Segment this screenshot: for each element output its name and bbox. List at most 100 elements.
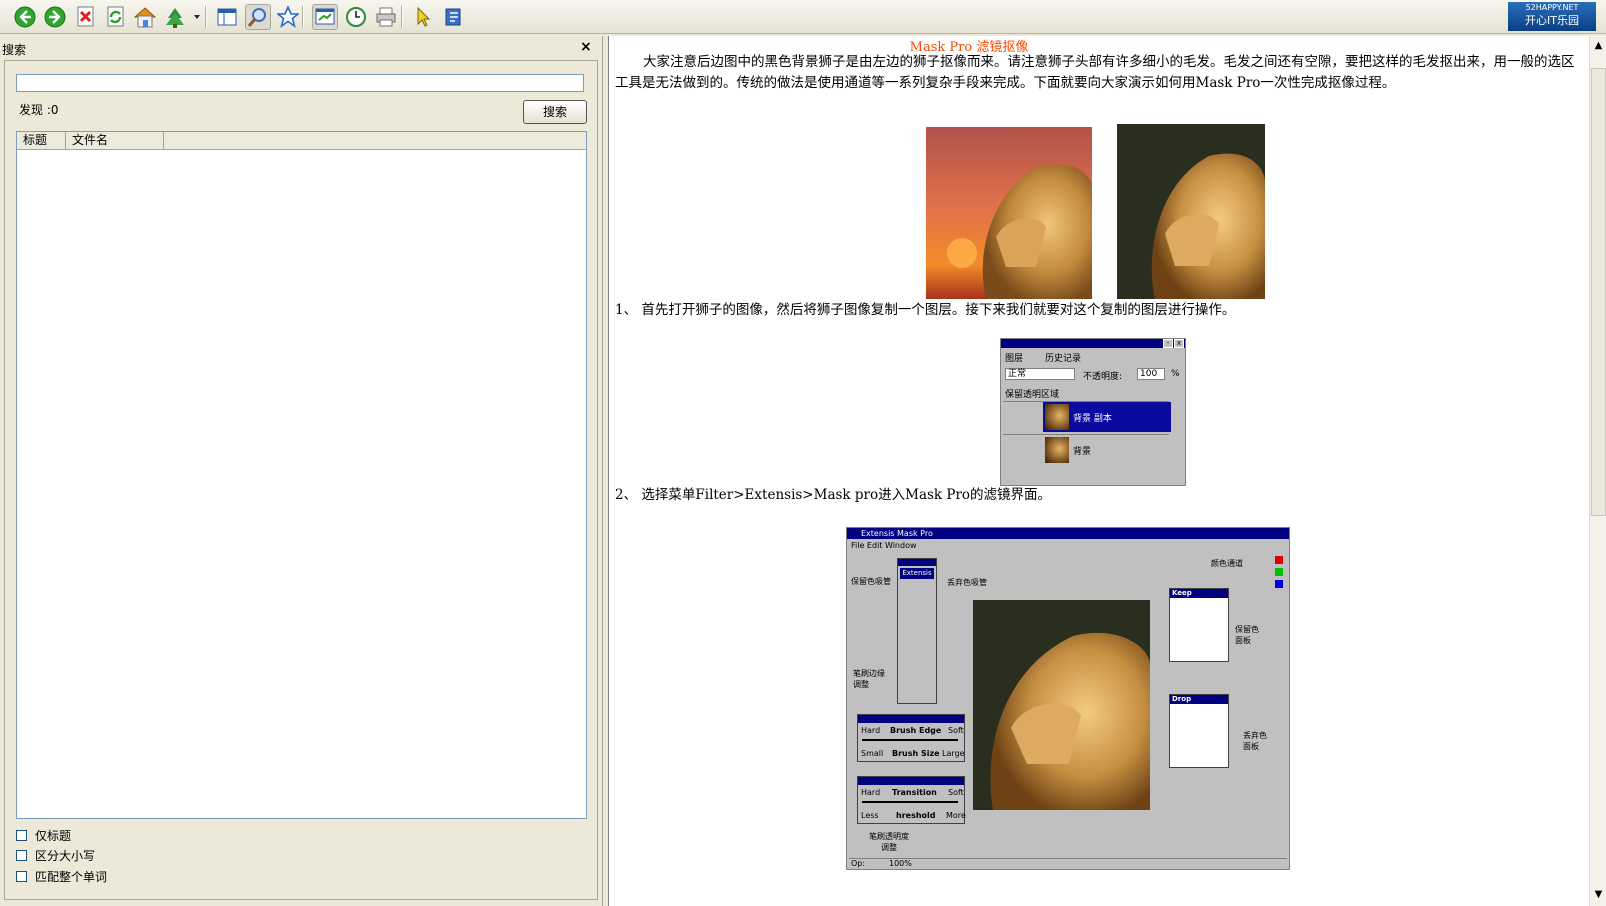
transition-panel: Hard Transition Soft Less hreshold More [857,776,966,824]
history-icon[interactable] [343,4,369,30]
keep-panel: Keep [1169,588,1229,662]
soft-label: Soft [948,788,964,797]
pane-title: 搜索 [2,43,27,57]
search-icon[interactable] [245,4,271,30]
scroll-up-icon[interactable]: ▲ [1592,39,1605,52]
keep-panel-label: 保留色 面板 [1235,625,1259,645]
maskpro-brand: Extensis [900,568,934,579]
brush-edge-adjust-label: 笔刷边缘 调整 [853,669,885,689]
brush-alpha-adjust-label: 笔刷透明度 调整 [869,832,909,852]
step2-paragraph: 2、 选择菜单Filter>Extensis>Mask pro进入Mask Pr… [615,487,1052,503]
maskpro-preview-image [973,600,1150,810]
color-channel-label: 颜色通道 [1211,559,1243,568]
threshold-label: hreshold [896,811,936,820]
layers-panel-image: - x 图层 历史记录 正常 不透明度: 100 % 保留透明区域 背景 副本 … [1000,338,1186,486]
found-count: 发现 :0 [19,103,59,117]
maskpro-titlebar: Extensis Mask Pro [847,528,1289,539]
opacity-value: 100 [1137,368,1165,380]
search-input[interactable] [16,74,584,92]
layer-thumbnail [1045,437,1069,463]
option-title-only[interactable]: 仅标题 [16,827,71,843]
transition-label: Transition [892,788,937,797]
soft-label: Soft [948,726,964,735]
option-match-case[interactable]: 区分大小写 [16,847,95,863]
favorites-icon[interactable] [275,4,301,30]
brush-size-label: Brush Size [892,749,940,758]
more-label: More [946,811,966,820]
red-channel-swatch [1275,556,1283,564]
intro-paragraph: 大家注意后边图中的黑色背景狮子是由左边的狮子抠像而来。请注意狮子头部有许多细小的… [615,54,1575,91]
sync-tree-icon[interactable] [162,4,188,30]
layer-name: 背景 [1073,447,1092,457]
jump-icon[interactable] [312,4,338,30]
brand-line1: 52HAPPY.NET [1525,3,1579,12]
show-tabs-icon[interactable] [214,4,240,30]
scrollbar-thumb[interactable] [1591,68,1606,516]
lion-sunset-image [926,127,1092,299]
preserve-transparency: 保留透明区域 [1005,390,1060,400]
zoom-label: 100% [889,859,912,868]
brush-panel: Hard Brush Edge Soft Small Brush Size La… [857,714,965,762]
scroll-down-icon[interactable]: ▼ [1592,888,1605,901]
maskpro-window-image: Extensis Mask Pro File Edit Window Exten… [846,527,1290,870]
column-header-filename[interactable]: 文件名 [66,132,164,149]
maskpro-statusbar: Op: 100% [849,858,1287,869]
layers-tab: 图层 [1005,354,1024,364]
checkbox[interactable] [16,829,27,841]
print-icon[interactable] [373,4,399,30]
results-list[interactable]: 标题 文件名 [16,131,587,819]
pointer-icon[interactable] [410,4,436,30]
green-channel-swatch [1275,568,1283,576]
brand-line2: 开心IT乐园 [1525,14,1579,27]
results-header: 标题 文件名 [17,132,586,150]
back-icon[interactable] [12,4,38,30]
checkbox[interactable] [16,849,27,861]
search-button[interactable]: 搜索 [523,100,587,124]
option-label: 仅标题 [35,828,72,843]
drop-panel-label: 丢弃色 面板 [1243,731,1267,751]
close-icon: x [1174,339,1184,348]
step1-paragraph: 1、 首先打开狮子的图像，然后将狮子图像复制一个图层。接下来我们就要对这个复制的… [615,302,1236,318]
maskpro-menu: File Edit Window [851,541,917,550]
column-header-title[interactable]: 标题 [17,132,66,149]
op-label: Op: [851,859,866,868]
drop-panel-title: Drop [1170,695,1228,704]
content-pane: Mask Pro 滤镜抠像 大家注意后边图中的黑色背景狮子是由左边的狮子抠像而来… [608,36,1606,906]
checkbox[interactable] [16,870,27,882]
hard-label: Hard [861,788,881,797]
opacity-label: 不透明度: [1083,372,1123,382]
option-label: 匹配整个单词 [35,869,108,884]
keep-dropper-label: 保留色吸管 [851,577,891,586]
option-label: 区分大小写 [35,848,96,863]
blue-channel-swatch [1275,580,1283,588]
lion-black-image [1117,124,1265,299]
layer-name: 背景 副本 [1073,414,1112,424]
keep-panel-title: Keep [1170,589,1228,598]
toolbar: 52HAPPY.NET 开心IT乐园 [0,0,1606,34]
stop-icon[interactable] [73,4,99,30]
vertical-scrollbar[interactable]: ▲ ▼ [1589,36,1606,906]
percent-sign: % [1171,369,1180,379]
maskpro-toolbox: Extensis [897,558,937,704]
refresh-icon[interactable] [103,4,129,30]
layer-row: 背景 [1003,434,1169,465]
forward-icon[interactable] [42,4,68,30]
less-label: Less [861,811,879,820]
close-icon[interactable]: × [580,40,592,54]
blend-mode-select: 正常 [1005,368,1075,380]
home-icon[interactable] [132,4,158,30]
small-label: Small [861,749,884,758]
drop-dropper-label: 丢弃色吸管 [947,578,987,587]
large-label: Large [942,749,965,758]
brand-logo: 52HAPPY.NET 开心IT乐园 [1508,2,1596,31]
history-tab: 历史记录 [1045,354,1082,364]
drop-panel: Drop [1169,694,1229,768]
minimize-icon: - [1163,339,1173,348]
chevron-down-icon[interactable] [190,4,204,30]
layers-titlebar: - x [1001,339,1185,348]
layer-thumbnail [1045,404,1069,430]
option-whole-word[interactable]: 匹配整个单词 [16,868,107,884]
brush-edge-label: Brush Edge [890,726,942,735]
options-icon[interactable] [440,4,466,30]
hard-label: Hard [861,726,881,735]
